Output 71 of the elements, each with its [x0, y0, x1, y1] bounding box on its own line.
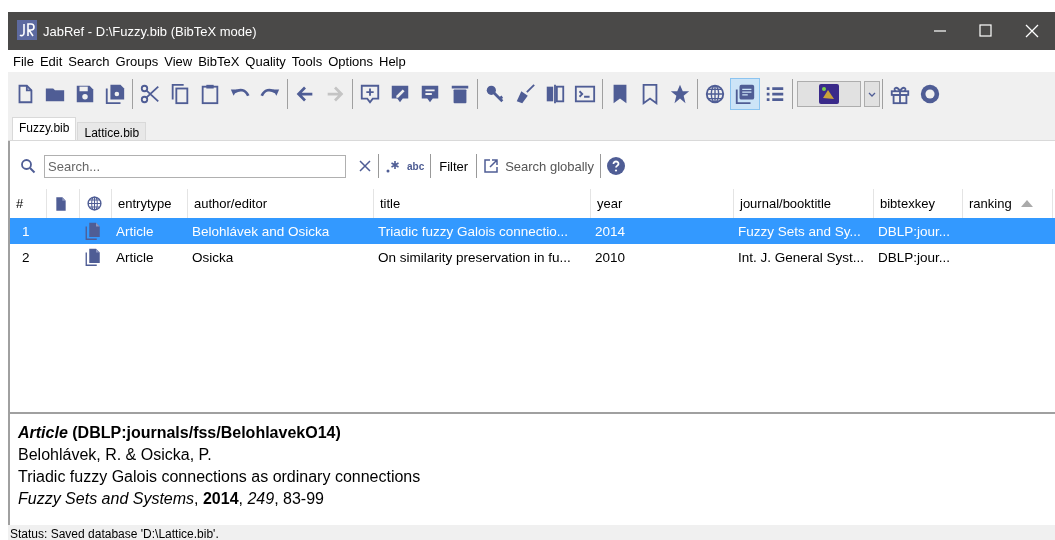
- merge-icon[interactable]: [544, 83, 566, 105]
- column-header[interactable]: journal/booktitle: [740, 196, 832, 211]
- window-title: JabRef - D:\Fuzzy.bib (BibTeX mode): [43, 23, 258, 39]
- case-sensitive-toggle[interactable]: abc: [407, 160, 425, 172]
- menu-item[interactable]: Options: [325, 53, 376, 69]
- search-icon: [20, 158, 36, 174]
- cut-icon[interactable]: [139, 83, 161, 105]
- pdf-file-icon[interactable]: [84, 247, 102, 267]
- column-header[interactable]: year: [597, 196, 623, 211]
- table-cell: Int. J. General Syst...: [738, 249, 865, 265]
- edit-comment-icon[interactable]: [389, 83, 411, 105]
- file-icon: [53, 195, 69, 212]
- menu-item[interactable]: View: [161, 53, 196, 69]
- table-cell: Osicka: [192, 249, 234, 265]
- regex-icon[interactable]: [385, 158, 401, 174]
- table-cell: 2010: [595, 249, 626, 265]
- table-cell: Belohlávek and Osicka: [192, 223, 330, 239]
- column-header[interactable]: bibtexkey: [880, 196, 935, 211]
- status-text: Status: Saved database 'D:\Lattice.bib'.: [9, 526, 220, 540]
- preview-text: Belohlávek, R. & Osicka, P.: [18, 445, 213, 465]
- table-cell: Fuzzy Sets and Sy...: [738, 223, 861, 239]
- table-cell: Article: [116, 249, 154, 265]
- preview-text: Triadic fuzzy Galois connections as ordinary connections: [18, 467, 422, 487]
- external-link-icon[interactable]: [483, 158, 500, 174]
- globe-icon[interactable]: [704, 83, 726, 105]
- table-cell: On similarity preservation in fu...: [378, 249, 571, 265]
- menu-item[interactable]: Tools: [288, 53, 326, 69]
- search-field[interactable]: Search...: [44, 154, 346, 178]
- application-icon: [819, 84, 839, 104]
- terminal-icon[interactable]: [574, 83, 596, 105]
- column-header[interactable]: author/editor: [194, 196, 267, 211]
- column-header[interactable]: title: [380, 196, 401, 211]
- tab[interactable]: Lattice.bib: [77, 122, 147, 140]
- menu-item[interactable]: BibTeX: [195, 53, 243, 69]
- paste-icon[interactable]: [199, 83, 221, 105]
- star-icon[interactable]: [669, 83, 691, 105]
- search-globally-label[interactable]: Search globally: [505, 158, 594, 174]
- add-comment-icon[interactable]: [359, 83, 381, 105]
- table-cell: 2: [22, 249, 30, 265]
- menu-item[interactable]: Search: [65, 53, 113, 69]
- menu-item[interactable]: Groups: [112, 53, 162, 69]
- comment-icon[interactable]: [419, 83, 441, 105]
- tab[interactable]: Fuzzy.bib: [12, 117, 77, 140]
- menu-item[interactable]: Quality: [242, 53, 289, 69]
- filter-button[interactable]: Filter: [437, 158, 471, 174]
- table-cell: DBLP:jour...: [878, 223, 951, 239]
- table-cell: DBLP:jour...: [878, 249, 951, 265]
- preview-text: Fuzzy Sets and Systems, 2014, 249, 83-99: [18, 489, 325, 509]
- help-icon[interactable]: [607, 157, 625, 175]
- save-all-icon[interactable]: [104, 83, 126, 105]
- preview-text: Article (DBLP:journals/fss/BelohlavekO14): [18, 423, 342, 443]
- table-row[interactable]: 2 Article Osicka On similarity preservation in fu... 2010 Int. J. General Syst... DBLP:jour...: [10, 244, 1055, 270]
- column-header[interactable]: #: [16, 196, 24, 211]
- column-header[interactable]: ranking: [969, 196, 1012, 211]
- menu-item[interactable]: File: [10, 53, 37, 69]
- table-cell: Triadic fuzzy Galois connectio...: [378, 223, 569, 239]
- globe-icon: [86, 195, 103, 212]
- broom-icon[interactable]: [514, 83, 536, 105]
- column-header[interactable]: entrytype: [118, 196, 172, 211]
- table-cell: Article: [116, 223, 154, 239]
- table-cell: 1: [22, 223, 30, 239]
- app-selector[interactable]: [797, 81, 861, 107]
- copy-icon[interactable]: [169, 83, 191, 105]
- save-icon[interactable]: [74, 83, 96, 105]
- app-logo-icon: [17, 19, 37, 40]
- key-icon[interactable]: [484, 83, 506, 105]
- menu-item[interactable]: Edit: [36, 53, 66, 69]
- menu-item[interactable]: Help: [376, 53, 409, 69]
- clear-icon[interactable]: [358, 159, 372, 173]
- trash-icon[interactable]: [449, 83, 471, 105]
- table-cell: 2014: [595, 223, 626, 239]
